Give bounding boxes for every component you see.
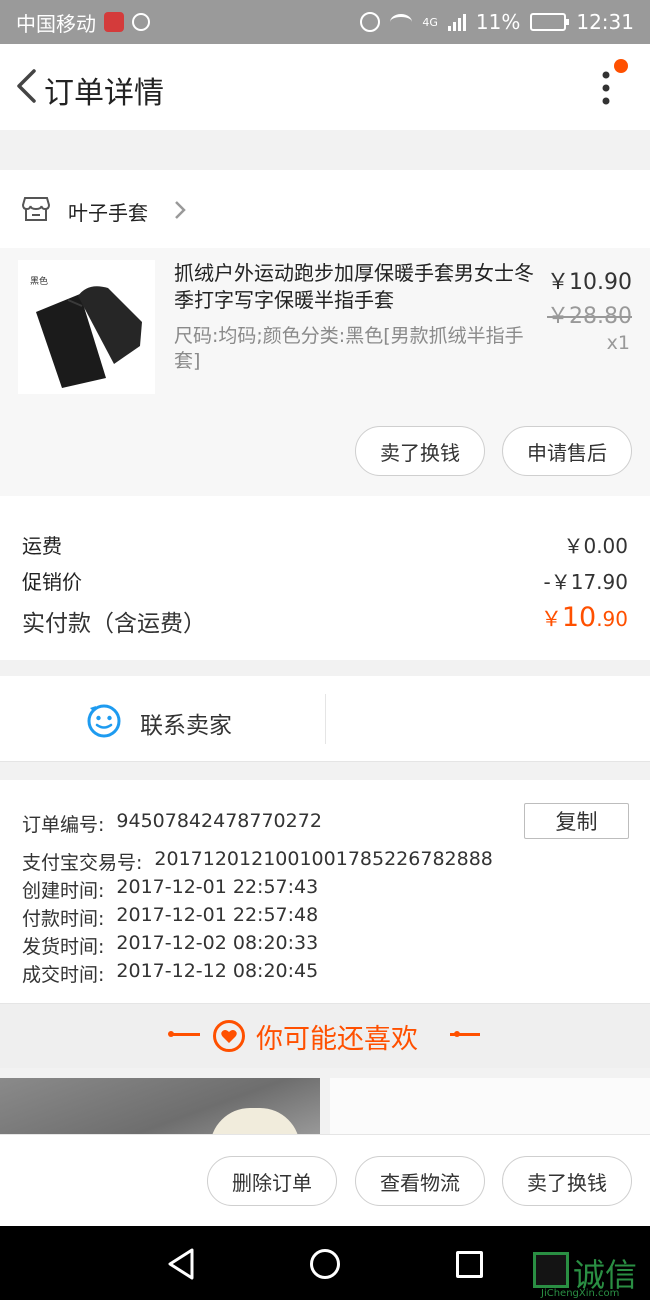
product-title[interactable]: 抓绒户外运动跑步加厚保暖手套男女士冬季打字写字保暖半指手套 bbox=[174, 260, 534, 314]
watermark-box-icon bbox=[533, 1252, 569, 1288]
info-row-alipay-number: 支付宝交易号: 2017120121001001785226782888 bbox=[22, 848, 493, 875]
recommend-item-image[interactable] bbox=[0, 1078, 320, 1138]
info-row-order-number: 订单编号: 94507842478770272 bbox=[22, 810, 322, 837]
info-value: 2017-12-01 22:57:43 bbox=[116, 876, 319, 898]
thumb-tag: 黑色 bbox=[30, 277, 49, 287]
product-thumbnail[interactable]: 黑色 bbox=[18, 260, 155, 394]
decorative-dot bbox=[454, 1031, 460, 1037]
shop-name: 叶子手套 bbox=[68, 201, 148, 225]
order-info: 订单编号: 94507842478770272 复制 支付宝交易号: 20171… bbox=[0, 780, 650, 1004]
nav-bar: 订单详情 bbox=[0, 44, 650, 130]
network-label: 4G bbox=[422, 15, 438, 29]
heart-circle-icon bbox=[213, 1020, 245, 1052]
promo-label: 促销价 bbox=[22, 570, 82, 594]
price-summary: 运费 ￥0.00 促销价 -￥17.90 实付款（含运费） ￥10.90 bbox=[0, 496, 650, 660]
sell-for-cash-button[interactable]: 卖了换钱 bbox=[355, 426, 485, 476]
nav-home-icon[interactable] bbox=[310, 1249, 340, 1279]
contact-seller-label: 联系卖家 bbox=[140, 713, 232, 739]
shop-row[interactable]: 叶子手套 bbox=[0, 170, 650, 248]
copy-button[interactable]: 复制 bbox=[524, 803, 629, 839]
paid-decimal: .90 bbox=[596, 607, 628, 631]
hand-icon bbox=[132, 13, 150, 31]
info-value: 2017-12-01 22:57:48 bbox=[116, 904, 319, 926]
info-label: 成交时间: bbox=[22, 964, 105, 986]
more-vertical-icon[interactable] bbox=[598, 70, 614, 106]
divider bbox=[325, 694, 326, 744]
paid-integer: 10 bbox=[561, 602, 597, 633]
paid-label: 实付款（含运费） bbox=[22, 611, 206, 637]
watermark-subtext: JiChengXin.com bbox=[541, 1288, 620, 1299]
info-row-created: 创建时间: 2017-12-01 22:57:43 bbox=[22, 876, 318, 903]
recommend-item-image[interactable] bbox=[330, 1078, 650, 1138]
product-quantity: x1 bbox=[606, 332, 630, 354]
info-label: 付款时间: bbox=[22, 908, 105, 930]
alarm-icon bbox=[360, 12, 381, 32]
watermark-logo: 诚信 JiChengXin.com bbox=[533, 1250, 650, 1300]
promo-value: -￥17.90 bbox=[543, 570, 628, 594]
delete-order-button[interactable]: 删除订单 bbox=[207, 1156, 337, 1206]
notification-badge-icon bbox=[104, 12, 124, 32]
section-gap bbox=[0, 762, 650, 780]
decorative-line bbox=[170, 1033, 200, 1036]
info-value: 2017-12-02 08:20:33 bbox=[116, 932, 319, 954]
product-price: ￥10.90 bbox=[547, 270, 632, 295]
signal-icon bbox=[447, 13, 466, 31]
recommend-header: 你可能还喜欢 bbox=[0, 1004, 650, 1068]
info-label: 支付宝交易号: bbox=[22, 852, 143, 874]
section-gap bbox=[0, 130, 650, 170]
section-gap bbox=[0, 660, 650, 676]
order-item-card[interactable]: 黑色 抓绒户外运动跑步加厚保暖手套男女士冬季打字写字保暖半指手套 尺码:均码;颜… bbox=[0, 248, 650, 496]
info-label: 发货时间: bbox=[22, 936, 105, 958]
recommend-grid bbox=[0, 1068, 650, 1138]
info-row-shipped: 发货时间: 2017-12-02 08:20:33 bbox=[22, 932, 318, 959]
nav-back-icon[interactable] bbox=[166, 1247, 196, 1281]
battery-percent: 11% bbox=[475, 10, 521, 34]
info-value: 2017120121001001785226782888 bbox=[154, 848, 493, 870]
contact-row: 联系卖家 bbox=[0, 676, 650, 762]
chevron-right-icon bbox=[175, 201, 186, 219]
info-label: 创建时间: bbox=[22, 880, 105, 902]
store-icon bbox=[22, 197, 50, 221]
info-label: 订单编号: bbox=[22, 814, 105, 836]
decorative-dot bbox=[168, 1031, 174, 1037]
view-logistics-button[interactable]: 查看物流 bbox=[355, 1156, 485, 1206]
info-row-completed: 成交时间: 2017-12-12 08:20:45 bbox=[22, 960, 318, 987]
shipping-value: ￥0.00 bbox=[563, 534, 628, 558]
product-spec: 尺码:均码;颜色分类:黑色[男款抓绒半指手套] bbox=[174, 325, 524, 372]
nav-recent-apps-icon[interactable] bbox=[456, 1251, 483, 1278]
shipping-label: 运费 bbox=[22, 534, 62, 558]
sell-for-cash-button[interactable]: 卖了换钱 bbox=[502, 1156, 632, 1206]
product-original-price: ￥28.80 bbox=[547, 304, 632, 329]
contact-seller-button[interactable]: 联系卖家 bbox=[0, 676, 325, 762]
info-value: 94507842478770272 bbox=[116, 810, 322, 832]
battery-icon bbox=[530, 13, 570, 31]
chevron-left-icon[interactable] bbox=[14, 68, 38, 104]
notification-dot bbox=[614, 59, 628, 73]
paid-value: ￥10.90 bbox=[541, 602, 628, 633]
clock: 12:31 bbox=[576, 10, 634, 34]
paid-currency: ￥ bbox=[540, 607, 562, 631]
wifi-icon bbox=[390, 14, 413, 30]
page-title: 订单详情 bbox=[44, 76, 164, 111]
status-bar: 中国移动 4G 11% 12:31 bbox=[0, 0, 650, 44]
info-row-paid: 付款时间: 2017-12-01 22:57:48 bbox=[22, 904, 318, 931]
carrier-label: 中国移动 bbox=[16, 11, 96, 36]
bottom-action-bar: 删除订单 查看物流 卖了换钱 bbox=[0, 1134, 650, 1226]
info-value: 2017-12-12 08:20:45 bbox=[116, 960, 319, 982]
smile-chat-icon bbox=[87, 704, 121, 738]
recommend-title: 你可能还喜欢 bbox=[256, 1024, 418, 1055]
after-sales-button[interactable]: 申请售后 bbox=[502, 426, 632, 476]
